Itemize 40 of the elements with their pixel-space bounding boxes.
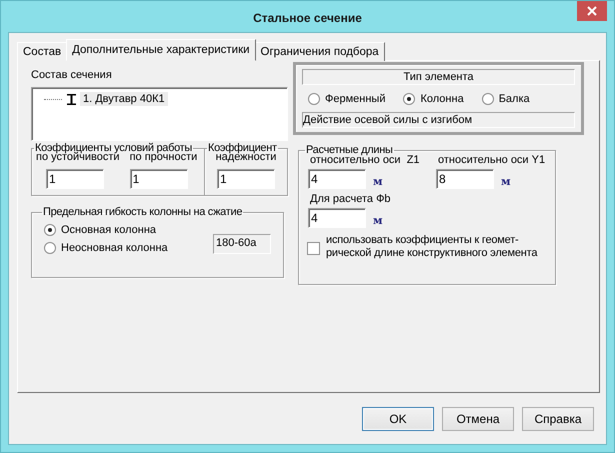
tree-item[interactable]: 1. Двутавр 40К1 — [80, 92, 168, 106]
radio-option[interactable]: Основная колонна — [44, 224, 168, 236]
coefficient-field[interactable]: 1 — [46, 169, 104, 189]
checkbox-label: использовать коэффициенты к геомет- рической длине конструктивного элемента — [326, 234, 538, 260]
coefficient-field[interactable]: 1 — [130, 169, 188, 189]
field-label: по устойчивости — [36, 151, 120, 163]
length-field[interactable]: 4 — [308, 208, 366, 228]
dialog-button[interactable]: OK — [362, 407, 434, 431]
checkbox[interactable] — [307, 242, 320, 255]
field-label: относительно оси Y1 — [438, 154, 546, 166]
group-title: Предельная гибкость колонны на сжатие — [42, 206, 244, 218]
tab[interactable]: Ограничения подбора — [254, 42, 385, 61]
tree-view[interactable]: 1. Двутавр 40К1 — [31, 87, 288, 141]
field-label: относительно оси Z1 — [310, 154, 421, 166]
length-field[interactable]: 8 — [436, 169, 494, 189]
tab[interactable]: Дополнительные характеристики — [66, 39, 256, 61]
radio-option[interactable]: Ферменный — [308, 92, 386, 106]
close-button[interactable] — [577, 1, 607, 21]
window-title: Стальное сечение — [253, 11, 362, 25]
radio-option[interactable]: Колонна — [403, 92, 464, 106]
length-field[interactable]: 4 — [308, 169, 366, 189]
field-label: Для расчета Фb — [310, 193, 392, 205]
dialog-button[interactable]: Отмена — [442, 407, 514, 431]
unit-label: м — [373, 175, 383, 189]
element-type-title: Тип элемента — [302, 69, 575, 85]
group-title: Коэффициенты условий работы — [34, 142, 194, 154]
unit-label: м — [501, 175, 511, 189]
radio-option[interactable]: Балка — [482, 92, 530, 106]
coefficient-field[interactable]: 1 — [217, 169, 275, 189]
section-label: Состав сечения — [31, 69, 113, 81]
i-beam-icon — [67, 94, 76, 104]
unit-label: м — [373, 214, 383, 228]
group-title: Коэффициент — [207, 142, 278, 154]
element-description: Действие осевой силы с изгибом — [302, 112, 575, 128]
group-title: Расчетные длины — [305, 144, 394, 156]
close-icon — [587, 6, 597, 16]
tab[interactable]: Состав — [17, 42, 68, 61]
radio-option[interactable]: Неосновная колонна — [44, 242, 168, 254]
dialog-button[interactable]: Справка — [522, 407, 594, 431]
formula-field: 180-60a — [213, 234, 271, 254]
